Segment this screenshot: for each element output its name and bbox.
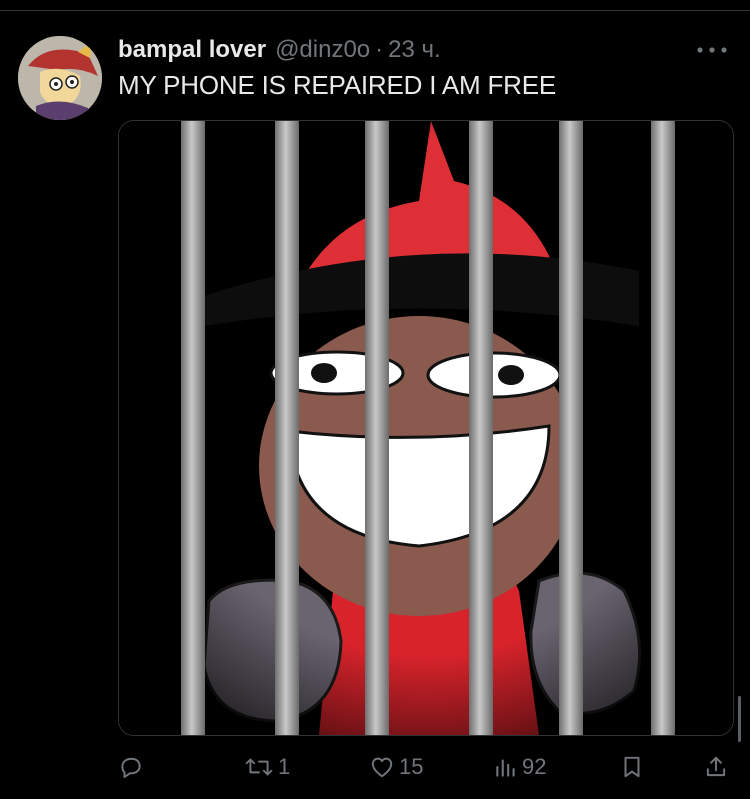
timestamp[interactable]: 23 ч. [388, 36, 441, 64]
more-options-button[interactable] [690, 40, 734, 60]
views-count: 92 [522, 754, 547, 779]
heart-icon [371, 757, 393, 778]
share-icon [706, 756, 726, 777]
bookmark-button[interactable] [620, 745, 644, 789]
jail-cartoon-image [119, 121, 733, 735]
share-button[interactable] [704, 745, 728, 789]
tweet-header: bampal lover @dinz0o · 23 ч. [118, 36, 441, 66]
tweet-actions: 1 15 92 [0, 745, 750, 789]
more-icon [697, 47, 727, 53]
reply-button[interactable] [118, 745, 144, 789]
tweet-image[interactable] [118, 120, 734, 736]
views-button[interactable]: 92 [494, 745, 546, 789]
scrollbar[interactable] [738, 696, 741, 742]
like-count: 15 [399, 754, 424, 779]
views-icon [496, 759, 515, 777]
user-handle[interactable]: @dinz0o [275, 36, 370, 64]
display-name[interactable]: bampal lover [118, 36, 266, 64]
retweet-button[interactable]: 1 [244, 745, 290, 789]
separator: · [375, 36, 384, 63]
avatar-image [18, 36, 102, 120]
retweet-icon [245, 758, 273, 776]
like-button[interactable]: 15 [369, 745, 423, 789]
retweet-count: 1 [278, 754, 291, 779]
avatar[interactable] [18, 36, 102, 120]
reply-icon [121, 757, 141, 778]
tweet-text: MY PHONE IS REPAIRED I AM FREE [118, 70, 557, 100]
bookmark-icon [624, 756, 640, 778]
divider [0, 10, 750, 11]
